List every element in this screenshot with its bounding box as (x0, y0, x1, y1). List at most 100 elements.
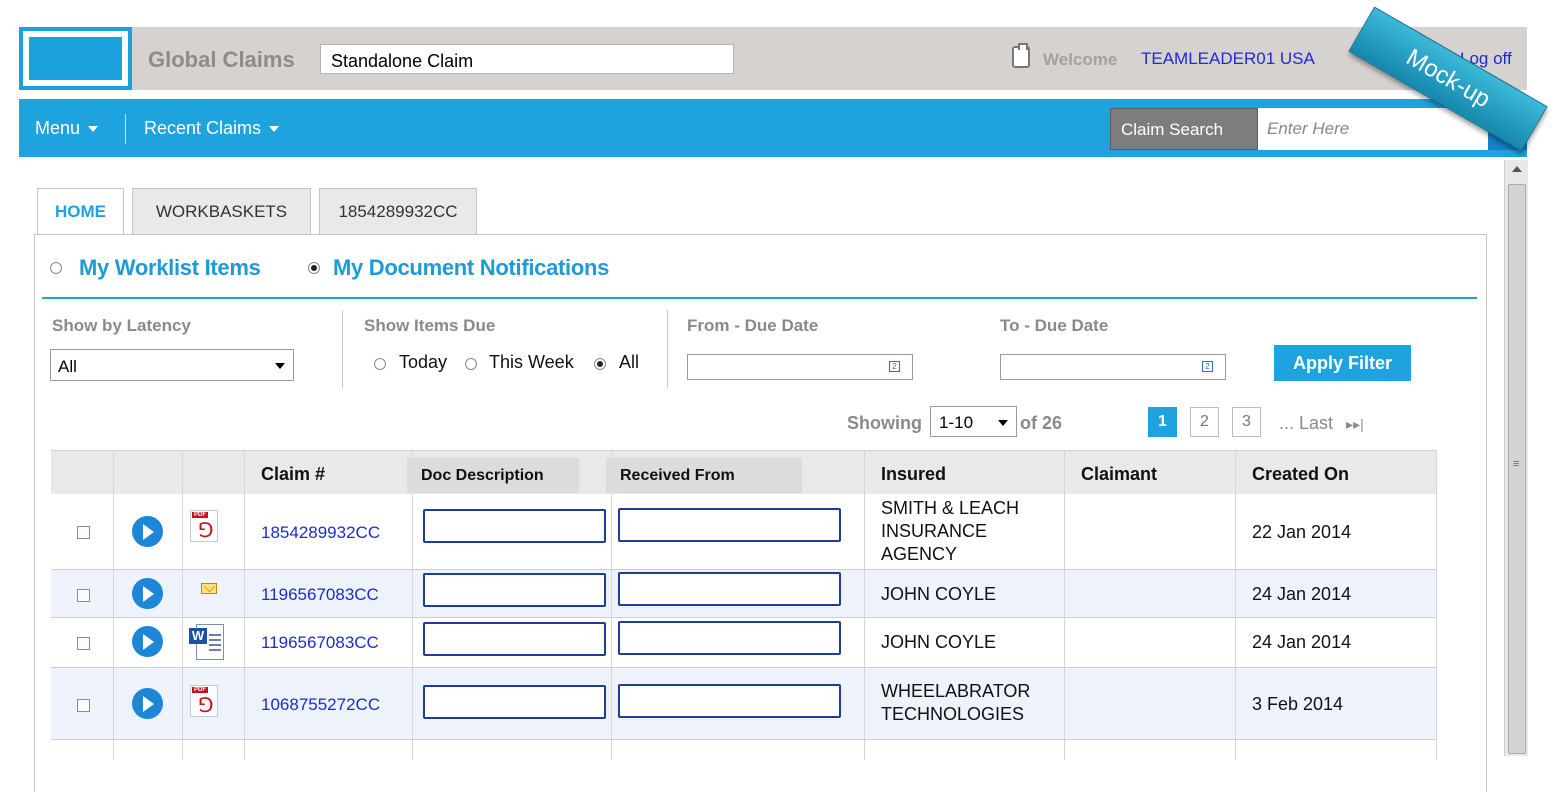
col-created-on[interactable]: Created On (1236, 451, 1437, 495)
vertical-scrollbar[interactable]: ≡ (1504, 160, 1528, 756)
from-date-label: From - Due Date (687, 316, 819, 335)
created-on-date: 22 Jan 2014 (1252, 522, 1352, 542)
due-week-label[interactable]: This Week (489, 352, 574, 373)
insured-name: JOHN COYLE (881, 584, 997, 604)
claim-link[interactable]: 1196567083CC (261, 633, 379, 653)
claim-search-input[interactable] (1258, 108, 1488, 150)
received-from-input[interactable] (618, 572, 841, 606)
tab-home[interactable]: HOME (37, 188, 124, 236)
received-from-input[interactable] (618, 621, 841, 655)
chevron-down-icon (269, 126, 280, 133)
table-row[interactable]: 1196567083CC JOHN COYLE 24 Jan 2014 (51, 570, 1437, 618)
username-link[interactable]: TEAMLEADER01 USA (1141, 49, 1315, 69)
calendar-icon[interactable]: 2 (1202, 361, 1213, 372)
recent-claims-dropdown[interactable]: Recent Claims (144, 118, 280, 139)
col-doc-description[interactable]: Doc Description (407, 458, 579, 493)
calendar-icon[interactable]: 2 (889, 361, 900, 372)
col-received-from-cell: Received From (606, 451, 865, 495)
last-page-label: ... Last (1279, 413, 1334, 433)
page-3-button[interactable]: 3 (1232, 407, 1261, 437)
mail-icon[interactable] (201, 583, 217, 594)
table-row[interactable]: 1854289932CC SMITH & LEACH INSURANCE AGE… (51, 494, 1437, 570)
table-row[interactable] (51, 740, 1437, 760)
word-doc-icon[interactable]: W (187, 622, 227, 664)
welcome-text: Welcome (1043, 50, 1118, 69)
recent-claims-label: Recent Claims (144, 118, 262, 138)
tab-claim[interactable]: 1854289932CC (319, 188, 477, 235)
created-on-date: 24 Jan 2014 (1252, 632, 1352, 652)
play-icon[interactable] (132, 578, 163, 609)
due-today-radio[interactable] (374, 358, 386, 370)
latency-select[interactable]: All (50, 349, 294, 381)
claim-link[interactable]: 1068755272CC (261, 695, 380, 715)
created-on-date: 3 Feb 2014 (1252, 694, 1344, 714)
to-date-input[interactable]: 2 (1000, 354, 1226, 380)
page-2-button[interactable]: 2 (1190, 407, 1219, 437)
doc-description-input[interactable] (423, 509, 606, 543)
col-action (114, 451, 183, 495)
apply-filter-button[interactable]: Apply Filter (1274, 345, 1411, 381)
play-icon[interactable] (132, 516, 163, 547)
doc-description-input[interactable] (423, 573, 606, 607)
page-range-value: 1-10 (939, 413, 974, 432)
due-week-radio[interactable] (465, 358, 477, 370)
menu-label: Menu (35, 118, 81, 138)
from-date-input[interactable]: 2 (687, 354, 913, 380)
col-doc-type (183, 451, 245, 495)
last-page-link[interactable]: ... Last ▸▸| (1279, 413, 1364, 434)
tab-workbaskets[interactable]: WORKBASKETS (132, 188, 311, 235)
to-date-label: To - Due Date (1000, 316, 1109, 335)
insured-name: JOHN COYLE (881, 632, 997, 652)
nav-bar: Menu Recent Claims Claim Search (19, 99, 1527, 157)
filter-divider (667, 310, 668, 388)
claim-link[interactable]: 1854289932CC (261, 523, 380, 543)
nav-divider (125, 114, 126, 144)
page-1-button[interactable]: 1 (1148, 407, 1177, 437)
col-insured[interactable]: Insured (865, 451, 1065, 495)
row-checkbox[interactable] (77, 589, 90, 602)
company-logo (19, 27, 132, 90)
received-from-input[interactable] (618, 684, 841, 718)
pdf-icon[interactable] (190, 685, 218, 717)
chevron-down-icon (275, 363, 285, 369)
page-size-select[interactable]: 1-10 (930, 406, 1017, 437)
play-icon[interactable] (132, 626, 163, 657)
menu-dropdown[interactable]: Menu (35, 118, 99, 139)
latency-value: All (58, 357, 77, 376)
col-claimant[interactable]: Claimant (1065, 451, 1236, 495)
pdf-icon[interactable] (190, 510, 218, 542)
worklist-label[interactable]: My Worklist Items (79, 255, 261, 281)
doc-description-input[interactable] (423, 685, 606, 719)
row-checkbox[interactable] (77, 699, 90, 712)
row-checkbox[interactable] (77, 526, 90, 539)
latency-label: Show by Latency (52, 316, 191, 335)
play-icon[interactable] (132, 688, 163, 719)
row-checkbox[interactable] (77, 637, 90, 650)
section-divider (42, 297, 1477, 299)
notifications-radio[interactable] (308, 262, 320, 274)
created-on-date: 24 Jan 2014 (1252, 584, 1352, 604)
due-today-label[interactable]: Today (399, 352, 447, 373)
table-row[interactable]: 1068755272CC WHEELABRATOR TECHNOLOGIES 3… (51, 668, 1437, 740)
clipboard-icon[interactable] (1012, 43, 1030, 68)
received-from-input[interactable] (618, 508, 841, 542)
insured-name: WHEELABRATOR TECHNOLOGIES (881, 681, 1031, 724)
due-all-label[interactable]: All (619, 352, 639, 373)
app-title: Global Claims (148, 47, 295, 72)
notifications-label[interactable]: My Document Notifications (333, 255, 609, 281)
showing-label: Showing (847, 413, 922, 433)
col-claim[interactable]: Claim # (245, 451, 413, 495)
insured-name: SMITH & LEACH INSURANCE AGENCY (881, 498, 1020, 564)
table-row[interactable]: W 1196567083CC JOHN COYLE 24 Jan 2014 (51, 618, 1437, 668)
col-received-from[interactable]: Received From (606, 458, 802, 493)
worklist-radio[interactable] (50, 262, 62, 274)
claim-link[interactable]: 1196567083CC (261, 585, 379, 605)
claim-search-button[interactable]: Claim Search (1110, 108, 1258, 150)
chevron-down-icon (998, 420, 1008, 426)
doc-description-input[interactable] (423, 622, 606, 656)
app-window: Global Claims Standalone Claim Welcome T… (0, 0, 1559, 792)
claim-type-selector[interactable]: Standalone Claim (320, 44, 734, 74)
scroll-up-arrow-icon[interactable] (1512, 166, 1522, 172)
due-all-radio[interactable] (594, 358, 606, 370)
scroll-thumb[interactable]: ≡ (1508, 184, 1526, 754)
